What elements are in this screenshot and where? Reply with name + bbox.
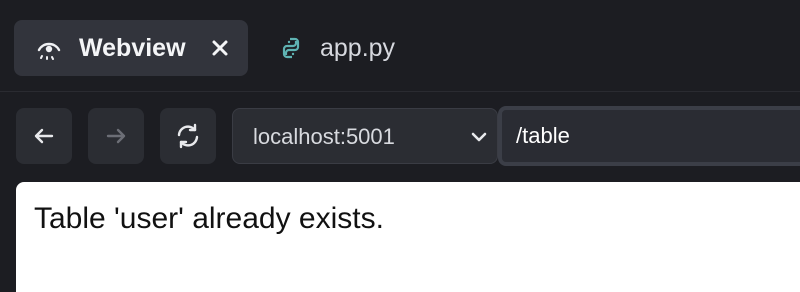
arrow-right-icon bbox=[106, 128, 126, 144]
reload-button[interactable] bbox=[160, 108, 216, 164]
tab-app-py[interactable]: app.py bbox=[262, 20, 432, 76]
path-input[interactable] bbox=[516, 110, 800, 162]
tab-label: app.py bbox=[320, 34, 396, 62]
chevron-down-icon bbox=[471, 132, 487, 142]
host-value: localhost:5001 bbox=[253, 124, 395, 149]
refresh-icon bbox=[177, 123, 199, 149]
host-select[interactable]: localhost:5001 bbox=[232, 108, 498, 164]
path-field[interactable] bbox=[498, 106, 800, 166]
arrow-left-icon bbox=[34, 128, 54, 144]
back-button[interactable] bbox=[16, 108, 72, 164]
tab-label: Webview bbox=[79, 34, 186, 62]
webview-content: Table 'user' already exists. bbox=[16, 182, 800, 292]
webview-eye-icon bbox=[36, 36, 62, 60]
tab-webview[interactable]: Webview bbox=[14, 20, 248, 76]
close-icon[interactable] bbox=[210, 38, 230, 58]
page-message: Table 'user' already exists. bbox=[34, 202, 384, 235]
forward-button[interactable] bbox=[88, 108, 144, 164]
tab-bar: Webview app.py bbox=[0, 0, 800, 92]
webview-toolbar: localhost:5001 bbox=[0, 92, 800, 180]
python-icon bbox=[278, 36, 304, 60]
